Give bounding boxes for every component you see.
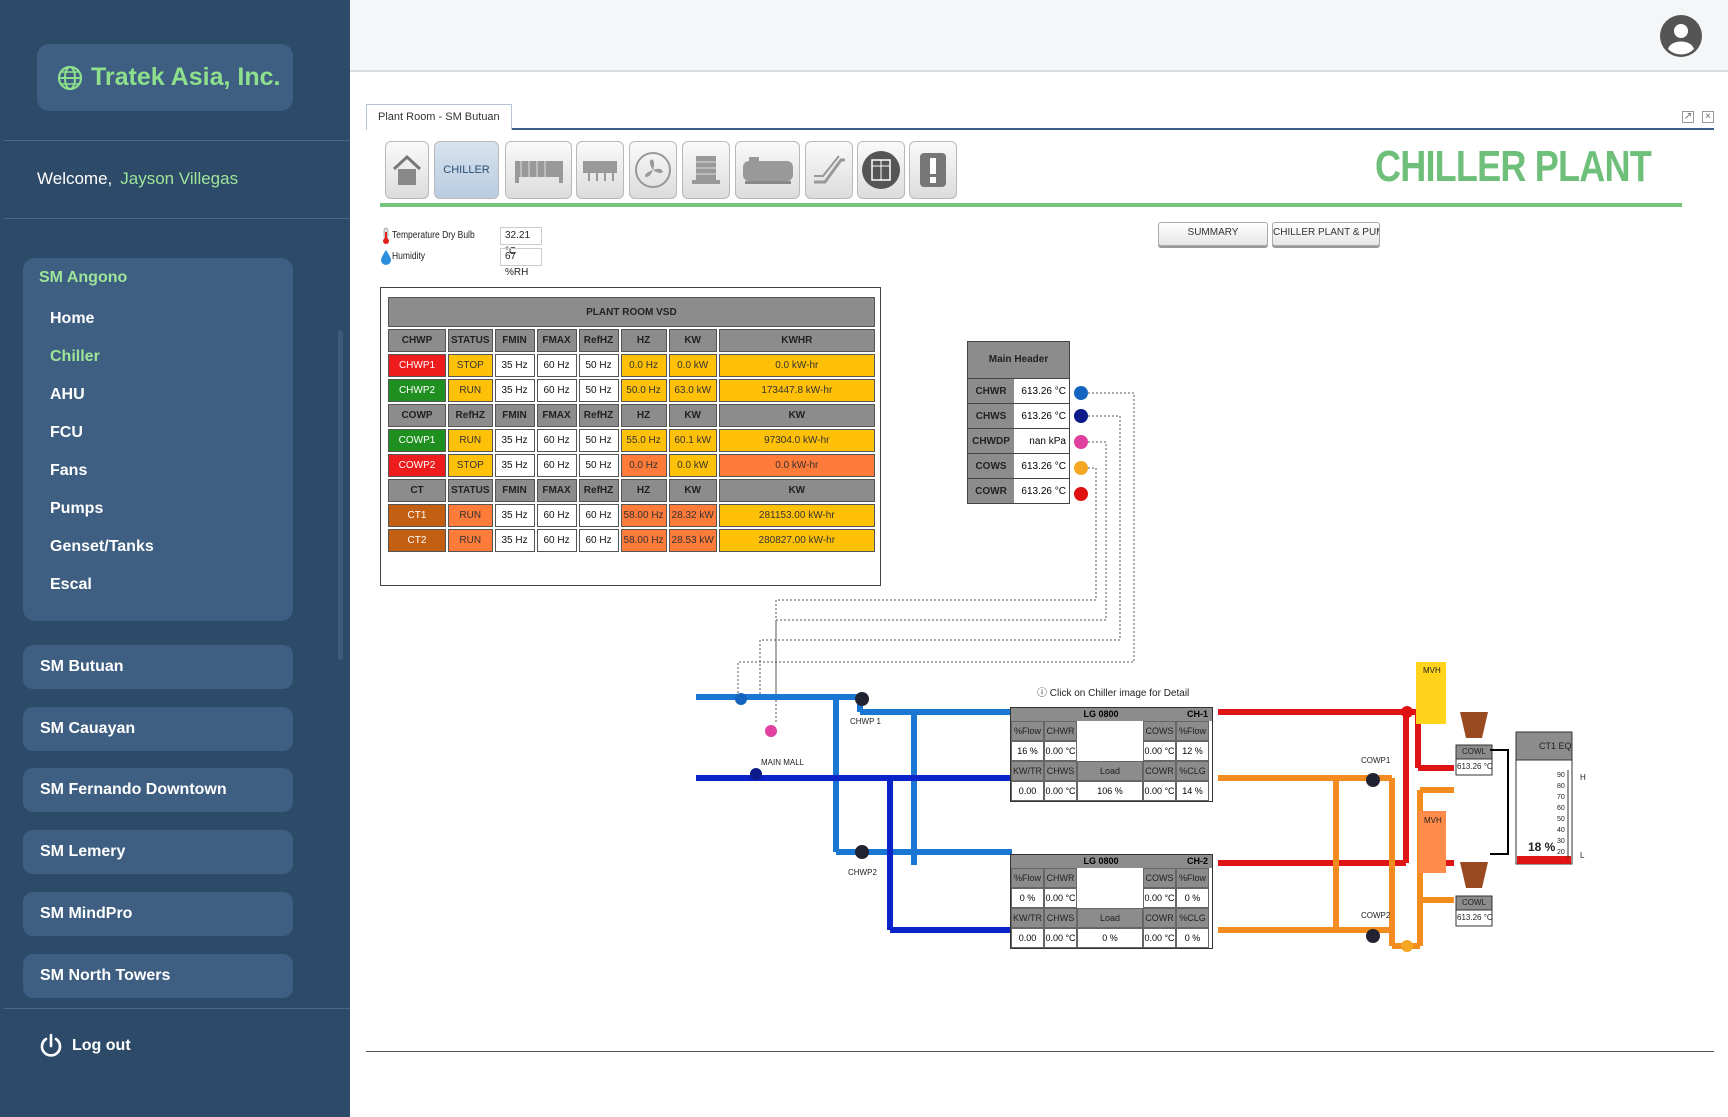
- cell-head: KW/TR: [1011, 761, 1044, 781]
- cell-value: 0.00 °C: [1044, 888, 1077, 908]
- chiller-header: LG 0800 CH-2: [1011, 855, 1212, 868]
- temp-sensor-badge[interactable]: [750, 768, 762, 780]
- ct2-temp: 613.26 °C: [1457, 913, 1493, 922]
- bottom-divider: [366, 1051, 1714, 1052]
- chiller-image-slot: [1077, 741, 1143, 761]
- cell-head: %Flow: [1011, 721, 1044, 741]
- gauge-tick: 60: [1557, 805, 1565, 812]
- cell-head: Load: [1077, 908, 1143, 928]
- cell-head: COWR: [1143, 761, 1176, 781]
- cell-head: %Flow: [1176, 868, 1209, 888]
- cell-value: 0.00 °C: [1044, 781, 1077, 801]
- cell-value: 14 %: [1176, 781, 1209, 801]
- mvh-label: MVH: [1424, 816, 1442, 825]
- cell-head: %CLG: [1176, 761, 1209, 781]
- cell-head: CHWR: [1044, 868, 1077, 888]
- ct-eq-label: CT1 EQ: [1539, 741, 1572, 751]
- cell-value: 0.00 °C: [1143, 741, 1176, 761]
- cowp1-label: COWP1: [1361, 756, 1391, 765]
- temp-sensor-badge[interactable]: [1401, 706, 1413, 718]
- chiller-grid: %Flow CHWR COWS %Flow 16 % 0.00 °C 0.00 …: [1011, 721, 1212, 801]
- chiller-image-slot: [1077, 721, 1143, 741]
- pump-cowp2-icon[interactable]: [1366, 929, 1380, 943]
- pump-cowp1-icon[interactable]: [1366, 773, 1380, 787]
- cooling-tower-1-icon[interactable]: [1460, 712, 1488, 738]
- chiller-header: LG 0800 CH-1: [1011, 708, 1212, 721]
- temp-sensor-badge[interactable]: [1074, 461, 1088, 475]
- gauge-tick: 90: [1557, 772, 1565, 779]
- gauge-tick: 70: [1557, 794, 1565, 801]
- mvh-label: MVH: [1423, 666, 1441, 675]
- gauge-ticks: 90 80 70 60 50 40 30 20: [1557, 770, 1565, 858]
- cell-head: CHWS: [1044, 761, 1077, 781]
- gauge-tick: 40: [1557, 827, 1565, 834]
- cell-head: Load: [1077, 761, 1143, 781]
- pump-chwp1-icon[interactable]: [855, 692, 869, 706]
- dp-sensor-badge[interactable]: [1074, 435, 1088, 449]
- cell-value: 12 %: [1176, 741, 1209, 761]
- pump-chwp2-icon[interactable]: [855, 845, 869, 859]
- cell-head: CHWR: [1044, 721, 1077, 741]
- cell-value: 0.00: [1011, 928, 1044, 948]
- cell-value: 0.00 °C: [1044, 741, 1077, 761]
- cell-head: %Flow: [1176, 721, 1209, 741]
- cell-head: COWR: [1143, 908, 1176, 928]
- cowl-label: COWL: [1462, 898, 1486, 907]
- temp-sensor-badge[interactable]: [735, 693, 747, 705]
- ct-eq-percent: 18 %: [1528, 840, 1556, 854]
- gauge-tick: 30: [1557, 838, 1565, 845]
- chiller-name: CH-2: [1186, 856, 1208, 866]
- gauge-tick: 20: [1557, 849, 1565, 856]
- cell-value: 16 %: [1011, 741, 1044, 761]
- main-mall-label: MAIN MALL: [761, 758, 805, 767]
- gauge-tick: 80: [1557, 783, 1565, 790]
- cell-head: CHWS: [1044, 908, 1077, 928]
- gauge-tick: 50: [1557, 816, 1565, 823]
- cell-head: %CLG: [1176, 908, 1209, 928]
- cell-value: 106 %: [1077, 781, 1143, 801]
- cell-head: KW/TR: [1011, 908, 1044, 928]
- dp-sensor-badge[interactable]: [765, 725, 777, 737]
- gauge-low-mark: L: [1580, 851, 1585, 860]
- ct1-temp: 613.26 °C: [1457, 762, 1493, 771]
- hint-text: Click on Chiller image for Detail: [1049, 688, 1190, 699]
- cell-head: COWS: [1143, 721, 1176, 741]
- cell-value: 0.00 °C: [1143, 781, 1176, 801]
- cell-value: 0.00 °C: [1143, 888, 1176, 908]
- temp-sensor-badge[interactable]: [1074, 386, 1088, 400]
- cell-value: 0.00 °C: [1044, 928, 1077, 948]
- cell-value: 0 %: [1077, 928, 1143, 948]
- cell-head: COWS: [1143, 868, 1176, 888]
- cell-value: 0.00: [1011, 781, 1044, 801]
- chiller-hint: ⓘ Click on Chiller image for Detail: [1037, 688, 1190, 699]
- cell-value: 0.00 °C: [1143, 928, 1176, 948]
- chiller-model: LG 0800: [1083, 856, 1119, 866]
- temp-sensor-badge[interactable]: [1074, 409, 1088, 423]
- cell-head: %Flow: [1011, 868, 1044, 888]
- chiller-2-table[interactable]: LG 0800 CH-2 %Flow CHWR COWS %Flow 0 % 0.…: [1010, 854, 1213, 949]
- chiller-model: LG 0800: [1083, 709, 1119, 719]
- cell-value: 0 %: [1176, 928, 1209, 948]
- cell-value: 0 %: [1011, 888, 1044, 908]
- piping-diagram: [696, 386, 1573, 952]
- cowl-label: COWL: [1462, 747, 1486, 756]
- cell-value: 0 %: [1176, 888, 1209, 908]
- cooling-tower-2-icon[interactable]: [1460, 862, 1488, 888]
- cowp2-label: COWP2: [1361, 911, 1391, 920]
- chwp2-label: CHWP2: [848, 868, 877, 877]
- temp-sensor-badge[interactable]: [1401, 940, 1413, 952]
- chwp1-label: CHWP 1: [850, 717, 881, 726]
- chiller-name: CH-1: [1186, 709, 1208, 719]
- chiller-image-slot: [1077, 868, 1143, 888]
- temp-sensor-badge[interactable]: [1074, 487, 1088, 501]
- chiller-image-slot: [1077, 888, 1143, 908]
- chiller-grid: %Flow CHWR COWS %Flow 0 % 0.00 °C 0.00 °…: [1011, 868, 1212, 948]
- chiller-1-table[interactable]: LG 0800 CH-1 %Flow CHWR COWS %Flow 16 % 0…: [1010, 707, 1213, 802]
- gauge-high-mark: H: [1580, 773, 1586, 782]
